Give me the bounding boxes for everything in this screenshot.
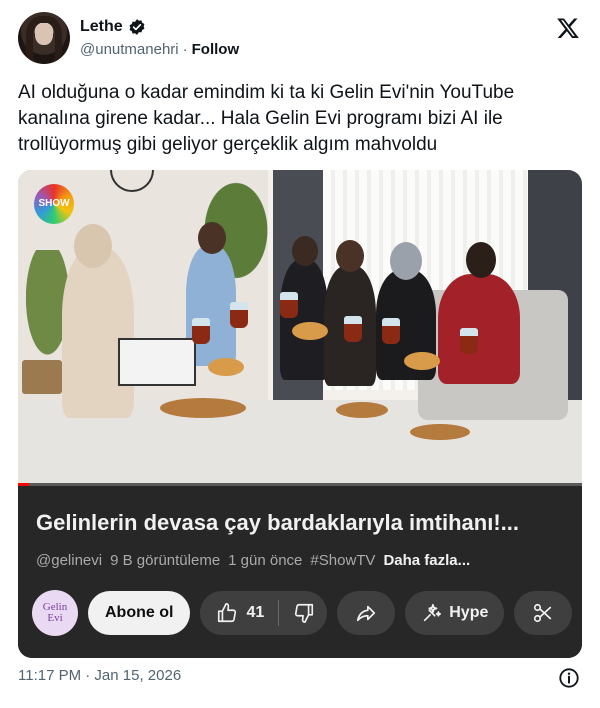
video-thumbnail[interactable]: SHOW (18, 170, 582, 486)
tea-glass (280, 292, 298, 318)
action-bar: Gelin Evi Abone ol 41 Hype (32, 590, 573, 636)
pastry (292, 322, 328, 340)
table (160, 398, 246, 418)
share-icon (357, 605, 376, 622)
video-info-panel: Gelinlerin devasa çay bardaklarıyla imti… (18, 486, 582, 658)
like-count[interactable]: 41 (246, 604, 264, 622)
separator-dot: · (182, 41, 188, 58)
person (280, 260, 328, 380)
timestamp[interactable]: 11:17 PM · Jan 15, 2026 (18, 667, 181, 684)
video-meta: @gelinevi 9 B görüntüleme 1 gün önce #Sh… (36, 552, 470, 569)
thumbs-up-icon[interactable] (216, 602, 238, 624)
person (62, 248, 134, 418)
subscribe-button[interactable]: Abone ol (88, 591, 191, 635)
pastry (208, 358, 244, 376)
view-count: 9 B görüntüleme (110, 552, 221, 569)
tea-glass (382, 318, 400, 344)
handle-row: @unutmanehri · Follow (80, 41, 239, 58)
show-more-link[interactable]: Daha fazla... (383, 552, 470, 569)
avatar-face (35, 23, 53, 45)
table (410, 424, 470, 440)
tweet-footer: 11:17 PM · Jan 15, 2026 (18, 667, 584, 689)
person-head (292, 236, 318, 266)
tea-glass (460, 328, 478, 354)
show-tv-watermark-text: SHOW (38, 198, 70, 209)
tea-glass (344, 316, 362, 342)
author-name[interactable]: Lethe (80, 18, 123, 36)
x-logo-icon[interactable] (556, 16, 580, 40)
show-tv-watermark: SHOW (34, 184, 74, 224)
channel-handle[interactable]: @gelinevi (36, 552, 102, 569)
share-button[interactable] (337, 591, 396, 635)
hype-label: Hype (449, 604, 489, 621)
upload-age: 1 gün önce (228, 552, 303, 569)
person-head (466, 242, 496, 278)
person-head (198, 222, 226, 254)
hype-icon (424, 603, 442, 622)
gift-box (118, 338, 196, 386)
channel-avatar[interactable]: Gelin Evi (32, 590, 78, 636)
info-icon[interactable] (558, 667, 580, 689)
name-row: Lethe (80, 18, 146, 36)
verified-badge-icon (129, 19, 145, 35)
channel-logo-line2: Evi (47, 612, 63, 624)
person (438, 274, 520, 384)
tea-glass (230, 302, 248, 328)
person-head (74, 224, 112, 268)
author-handle[interactable]: @unutmanehri (80, 41, 179, 58)
hype-button[interactable]: Hype (405, 591, 505, 635)
thumbs-down-icon[interactable] (293, 602, 315, 624)
tweet-header: Lethe @unutmanehri · Follow (18, 12, 584, 66)
clip-button[interactable] (514, 591, 573, 635)
tweet-text: AI olduğuna o kadar emindim ki ta ki Gel… (18, 82, 515, 155)
scissors-icon (534, 603, 552, 623)
follow-button[interactable]: Follow (192, 41, 240, 58)
hashtag-link[interactable]: #ShowTV (310, 552, 375, 569)
video-title[interactable]: Gelinlerin devasa çay bardaklarıyla imti… (36, 510, 576, 536)
pastry (404, 352, 440, 370)
plant-pot (22, 360, 62, 394)
person-head (390, 242, 422, 280)
person-head (336, 240, 364, 272)
divider (278, 600, 280, 626)
avatar[interactable] (18, 12, 70, 64)
table (336, 402, 388, 418)
tea-glass (192, 318, 210, 344)
like-dislike-group: 41 (200, 591, 328, 635)
youtube-embed[interactable]: SHOW Gelinlerin devasa çay bardaklarıyla… (18, 170, 582, 658)
